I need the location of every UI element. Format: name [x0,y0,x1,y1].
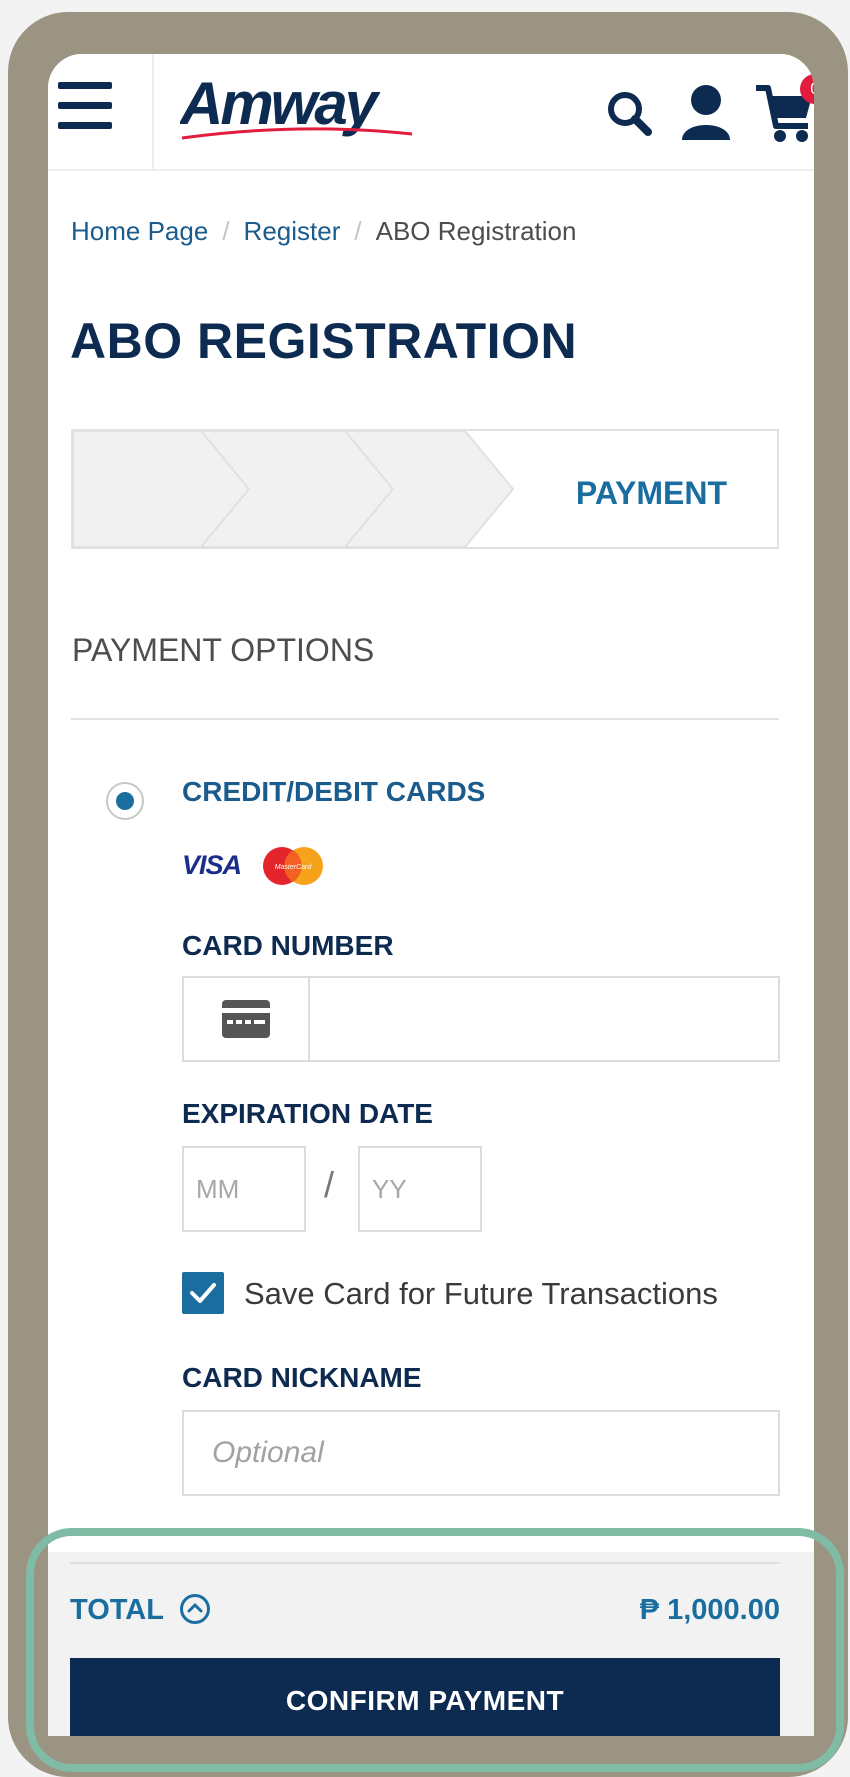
user-account-icon[interactable] [676,82,736,142]
visa-logo: VISA [182,850,242,880]
save-card-checkbox[interactable] [182,1272,224,1314]
search-icon[interactable] [604,88,658,142]
card-nickname-input[interactable] [182,1410,780,1496]
mastercard-logo-text: MasterCard [275,864,313,871]
breadcrumb-separator: / [222,216,230,246]
mastercard-logo: MasterCard [258,844,328,888]
payment-options-title: PAYMENT OPTIONS [72,632,375,668]
save-card-label[interactable]: Save Card for Future Transactions [244,1276,718,1312]
footer-highlight-outline [26,1528,844,1772]
credit-card-icon [222,1000,270,1038]
card-number-field [182,976,780,1062]
card-number-prefix [184,978,310,1060]
section-divider [71,718,779,720]
header-divider [152,54,154,169]
card-nickname-label: CARD NICKNAME [182,1362,422,1393]
expiration-month-input[interactable] [182,1146,306,1232]
hamburger-menu-icon[interactable] [58,82,118,132]
registration-stepper: PAYMENT [71,429,779,549]
breadcrumb-home[interactable]: Home Page [71,216,208,246]
site-header: Amway 0 [48,54,814,171]
checkmark-icon [190,1283,216,1303]
breadcrumb-separator: / [354,216,362,246]
breadcrumb-register[interactable]: Register [244,216,341,246]
expiration-year-input[interactable] [358,1146,482,1232]
expiration-date-label: EXPIRATION DATE [182,1098,433,1129]
breadcrumb-current: ABO Registration [375,216,577,246]
amway-logo[interactable]: Amway [178,70,440,152]
amway-logo-text: Amway [180,72,381,137]
card-number-input[interactable] [310,978,776,1060]
mobile-screen: Amway 0 Home Page [48,54,814,1736]
breadcrumb: Home Page / Register / ABO Registration [71,216,576,247]
card-number-label: CARD NUMBER [182,930,394,961]
credit-card-radio[interactable] [106,782,144,820]
page-title: ABO REGISTRATION [70,313,578,369]
step-payment-label: PAYMENT [575,475,727,511]
credit-card-option-label[interactable]: CREDIT/DEBIT CARDS [182,776,485,808]
expiration-slash: / [324,1164,335,1205]
